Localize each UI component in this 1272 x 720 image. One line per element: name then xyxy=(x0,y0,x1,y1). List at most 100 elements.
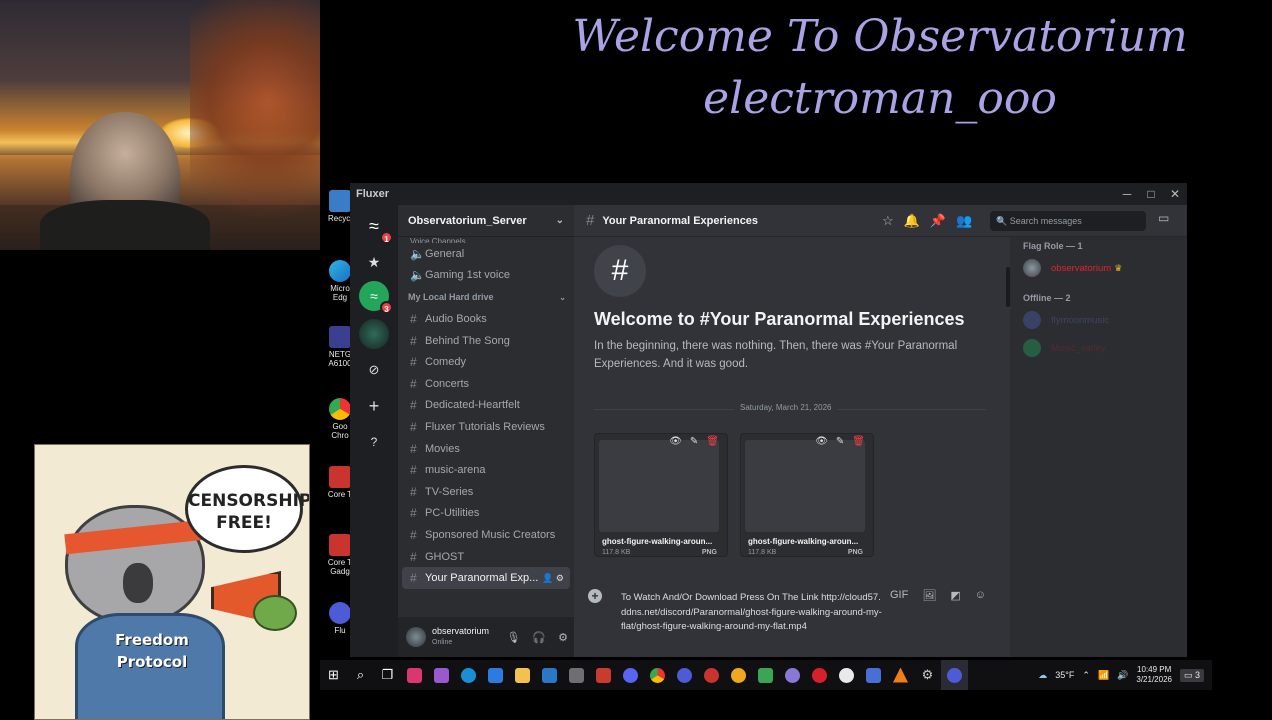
hash-icon: # xyxy=(410,333,417,348)
attachment-filename: ghost-figure-walking-aroun... xyxy=(602,537,713,546)
avatar[interactable] xyxy=(406,627,426,647)
file-explorer-icon[interactable] xyxy=(509,660,536,690)
attachment-thumbnail[interactable] xyxy=(745,440,865,532)
channel-label: TV-Series xyxy=(425,485,474,498)
channel-fluxer-tutorials[interactable]: # Fluxer Tutorials Reviews xyxy=(398,416,574,438)
message-input[interactable]: To Watch And/Or Download Press On The Li… xyxy=(621,591,883,635)
channel-music-arena[interactable]: # music-arena xyxy=(398,459,574,481)
sticker-icon[interactable]: ◩ xyxy=(950,589,960,602)
app-icon[interactable] xyxy=(752,660,779,690)
wifi-icon[interactable]: 📶 xyxy=(1098,670,1109,681)
pencil-icon[interactable]: ✎ xyxy=(836,436,844,447)
opera-icon[interactable] xyxy=(806,660,833,690)
microphone-icon[interactable]: 🎙 xyxy=(506,631,520,644)
fluxer-server-icon[interactable]: ≈ 3 xyxy=(359,281,393,314)
search-icon[interactable]: ⌕ xyxy=(347,660,374,690)
app-icon[interactable] xyxy=(401,660,428,690)
title-bar[interactable]: Fluxer ─ □ ✕ xyxy=(350,183,1187,205)
channel-sponsored-music[interactable]: # Sponsored Music Creators xyxy=(398,524,574,546)
app-icon[interactable] xyxy=(590,660,617,690)
search-input[interactable]: 🔍 Search messages xyxy=(990,211,1146,231)
app-icon[interactable] xyxy=(482,660,509,690)
app-icon[interactable] xyxy=(725,660,752,690)
channel-tv-series[interactable]: # TV-Series xyxy=(398,481,574,503)
gif-icon[interactable]: GIF xyxy=(890,589,908,602)
fluxer-active-icon[interactable] xyxy=(941,660,968,690)
chrome-icon[interactable] xyxy=(644,660,671,690)
offline-header: Offline — 2 xyxy=(1023,293,1071,303)
settings-icon[interactable]: ⚙ xyxy=(914,660,941,690)
chat-area: # Your Paranormal Experiences ☆ 🔔 📌 👥 🔍 … xyxy=(574,205,1187,657)
pencil-icon[interactable]: ✎ xyxy=(690,436,698,447)
pin-icon[interactable]: 📌 xyxy=(930,213,946,229)
channel-dedicated-heartfelt[interactable]: # Dedicated-Heartfelt xyxy=(398,395,574,417)
fluxer-icon[interactable] xyxy=(671,660,698,690)
members-icon[interactable]: 👥 xyxy=(956,213,972,229)
task-view-icon[interactable]: ❐ xyxy=(374,660,401,690)
bell-icon[interactable]: 🔔 xyxy=(904,213,920,229)
gear-icon[interactable]: ⚙ xyxy=(558,631,568,644)
headphones-icon[interactable]: 🎧 xyxy=(532,631,546,644)
member-item[interactable]: observatorium ♛ xyxy=(1023,259,1122,277)
add-attachment-icon[interactable]: + xyxy=(588,589,602,603)
app-icon[interactable] xyxy=(860,660,887,690)
eye-icon[interactable]: 👁 xyxy=(669,436,682,447)
store-icon[interactable] xyxy=(536,660,563,690)
volume-icon[interactable]: 🔊 xyxy=(1117,670,1128,681)
chevron-up-icon[interactable]: ⌃ xyxy=(1082,670,1090,681)
home-button[interactable]: ≈ 1 xyxy=(359,211,393,244)
attachment-thumbnail[interactable] xyxy=(599,440,719,532)
chevron-down-icon: ⌄ xyxy=(555,215,564,226)
attachment-type: PNG xyxy=(847,549,863,556)
weather-temp[interactable]: 35°F xyxy=(1055,670,1074,680)
maximize-button[interactable]: □ xyxy=(1139,183,1163,205)
clock[interactable]: 10:49 PM 3/21/2026 xyxy=(1136,665,1172,685)
channel-audio-books[interactable]: # Audio Books xyxy=(398,308,574,330)
category-header[interactable]: My Local Hard drive ⌄ xyxy=(398,286,574,308)
channel-settings-gear-icon[interactable]: 👤 ⚙ xyxy=(542,573,564,584)
channel-sidebar: Observatorium_Server ⌄ Voice Channels 🔈 G… xyxy=(398,205,574,657)
attachment[interactable]: 👁 ✎ 🗑 ghost-figure-walking-aroun... 117.… xyxy=(740,433,874,557)
close-button[interactable]: ✕ xyxy=(1163,183,1187,205)
channel-your-paranormal-experiences[interactable]: # Your Paranormal Exp... 👤 ⚙ xyxy=(402,567,570,589)
app-icon[interactable] xyxy=(698,660,725,690)
voice-channel-gaming[interactable]: 🔈 Gaming 1st voice xyxy=(398,265,574,287)
discord-icon[interactable] xyxy=(617,660,644,690)
vlc-icon[interactable] xyxy=(887,660,914,690)
eye-icon[interactable]: 👁 xyxy=(815,436,828,447)
channel-ghost[interactable]: # GHOST xyxy=(398,546,574,568)
minimize-button[interactable]: ─ xyxy=(1115,183,1139,205)
channel-pc-utilities[interactable]: # PC-Utilities xyxy=(398,503,574,525)
trash-icon[interactable]: 🗑 xyxy=(706,436,719,447)
add-server-icon[interactable]: + xyxy=(359,391,389,421)
channel-concerts[interactable]: # Concerts xyxy=(398,373,574,395)
attachment-size: 117.8 KB xyxy=(748,549,777,556)
channel-movies[interactable]: # Movies xyxy=(398,438,574,460)
favorites-star-icon[interactable]: ★ xyxy=(359,247,389,277)
emoji-icon[interactable]: ☺ xyxy=(975,589,986,602)
server-header[interactable]: Observatorium_Server ⌄ xyxy=(398,205,574,237)
message-composer[interactable]: + To Watch And/Or Download Press On The … xyxy=(584,583,1002,657)
app-icon[interactable] xyxy=(779,660,806,690)
edge-icon[interactable] xyxy=(455,660,482,690)
channel-comedy[interactable]: # Comedy xyxy=(398,351,574,373)
channel-behind-the-song[interactable]: # Behind The Song xyxy=(398,330,574,352)
member-item[interactable]: Music_valley xyxy=(1023,339,1105,357)
image-icon[interactable]: 🖼 xyxy=(922,589,936,602)
app-icon[interactable] xyxy=(833,660,860,690)
help-icon[interactable]: ? xyxy=(359,427,389,457)
attachment[interactable]: 👁 ✎ 🗑 ghost-figure-walking-aroun... 117.… xyxy=(594,433,728,557)
app-icon[interactable] xyxy=(428,660,455,690)
compass-icon[interactable]: ⊘ xyxy=(359,355,389,385)
windows-start-icon[interactable]: ⊞ xyxy=(320,660,347,690)
trash-icon[interactable]: 🗑 xyxy=(852,436,865,447)
notification-icon[interactable]: ▭ 3 xyxy=(1179,668,1204,682)
app-icon[interactable] xyxy=(563,660,590,690)
hash-icon: # xyxy=(410,441,417,456)
star-icon[interactable]: ☆ xyxy=(882,213,894,229)
member-item[interactable]: flymoonmusic xyxy=(1023,311,1109,329)
voice-channel-general[interactable]: 🔈 General xyxy=(398,243,574,265)
observatorium-server-icon[interactable] xyxy=(359,319,389,349)
overlay-line-1: Welcome To Observatorium xyxy=(572,11,1188,62)
inbox-icon[interactable]: ▭ xyxy=(1158,211,1169,225)
